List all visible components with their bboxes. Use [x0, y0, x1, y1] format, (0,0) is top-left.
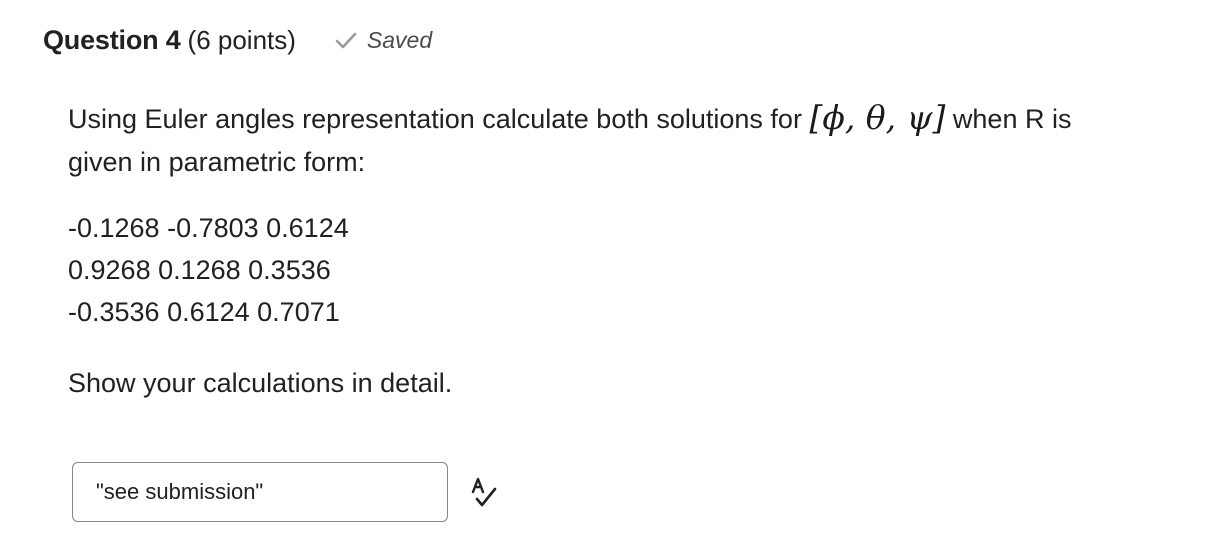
prompt-line-2: given in parametric form:	[68, 147, 366, 177]
answer-value: "see submission"	[96, 479, 264, 504]
spellcheck-icon[interactable]	[468, 476, 500, 510]
rotation-matrix: -0.1268 -0.7803 0.6124 0.9268 0.1268 0.3…	[68, 207, 349, 333]
checkmark-icon	[335, 32, 357, 49]
matrix-row: 0.9268 0.1268 0.3536	[68, 255, 331, 285]
question-title: Question 4	[43, 24, 181, 55]
matrix-row: -0.1268 -0.7803 0.6124	[68, 213, 349, 243]
question-points: (6 points)	[187, 24, 296, 55]
answer-input[interactable]: "see submission"	[72, 462, 448, 522]
instruction-text: Show your calculations in detail.	[68, 368, 453, 398]
matrix-row: -0.3536 0.6124 0.7071	[68, 297, 340, 327]
question-prompt: Using Euler angles representation calcul…	[68, 96, 1188, 184]
prompt-text-part2: when R is	[952, 104, 1072, 134]
saved-label: Saved	[366, 26, 433, 53]
saved-status: Saved	[334, 27, 432, 54]
euler-angles-math: [ϕ, θ, ψ]	[809, 98, 946, 137]
prompt-line-1: Using Euler angles representation calcul…	[68, 96, 1188, 141]
question-header: Question 4 (6 points) Saved	[43, 22, 432, 58]
prompt-text-part1: Using Euler angles representation calcul…	[68, 104, 802, 134]
